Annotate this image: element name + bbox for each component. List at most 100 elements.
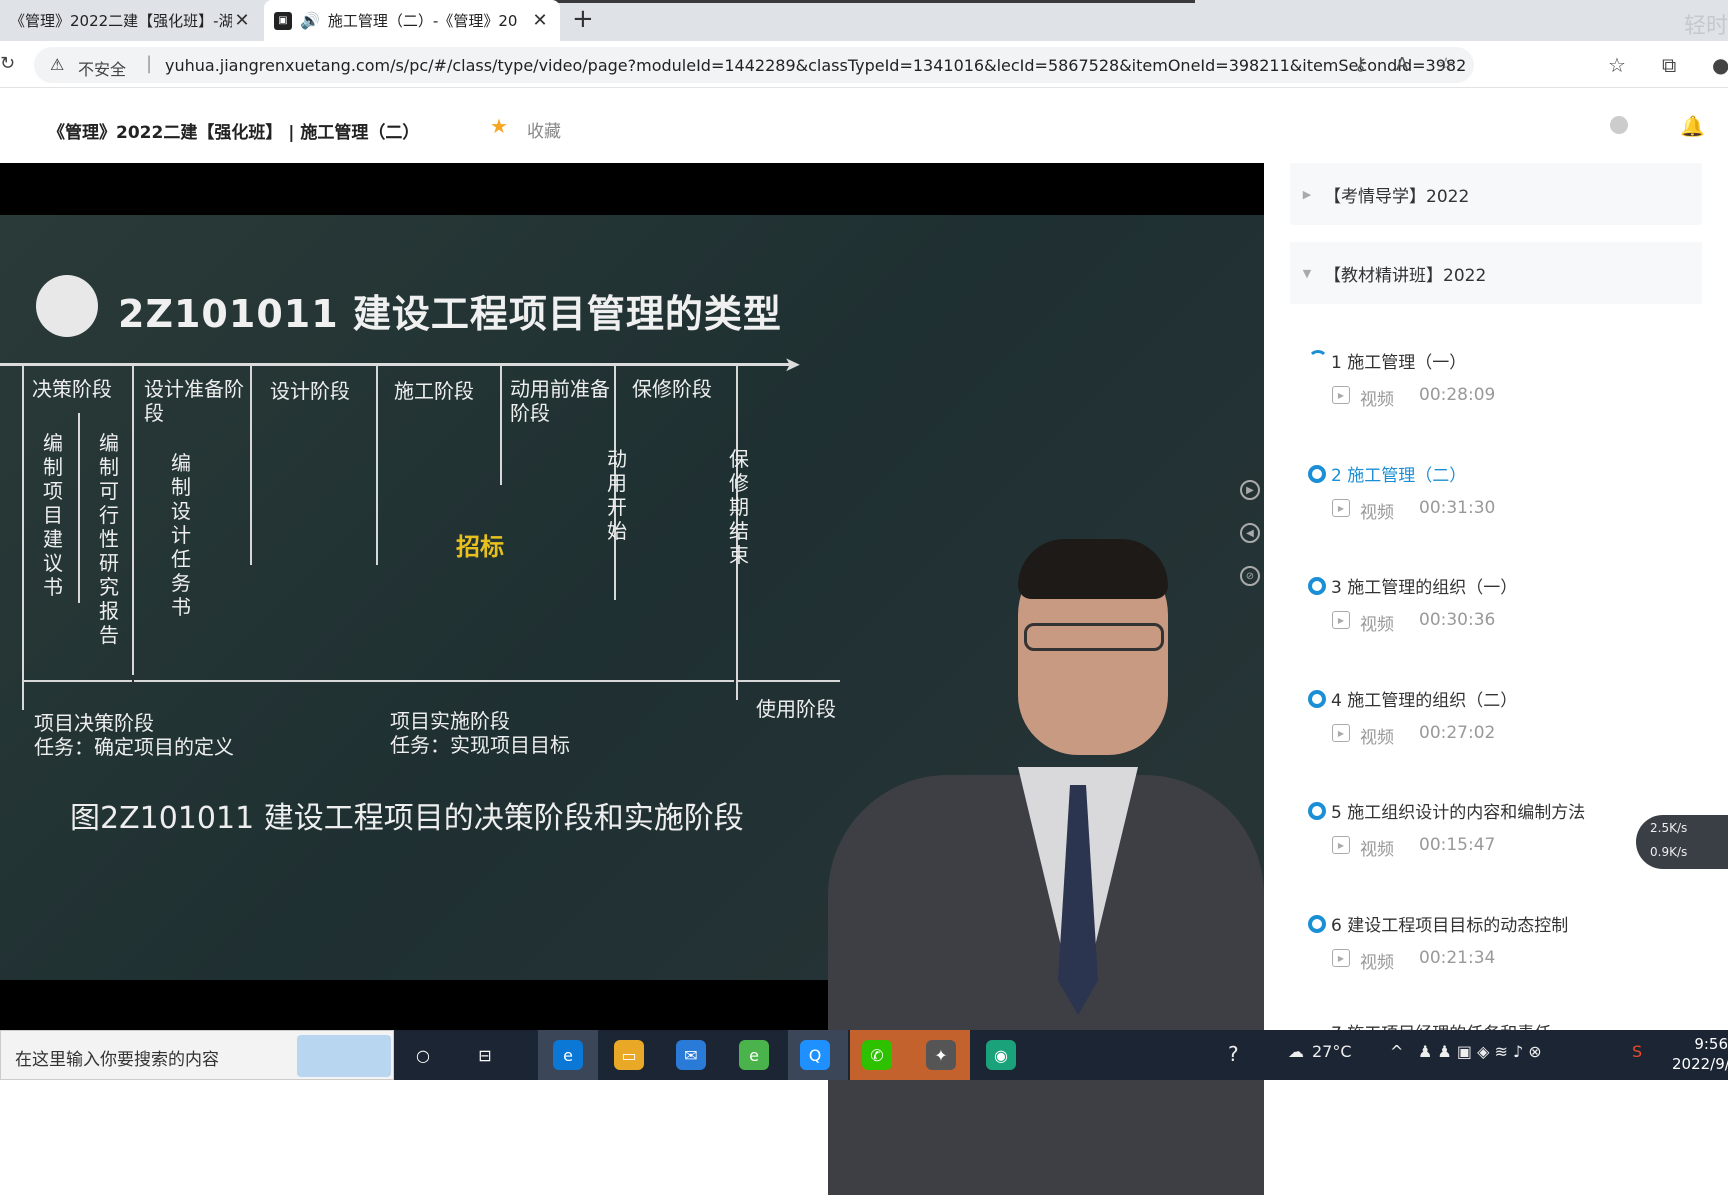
lesson-item[interactable]: 7 施工项目经理的任务和责任 <box>1308 1019 1708 1030</box>
new-tab-button[interactable]: + <box>572 4 594 34</box>
address-bar-row: ↻ ⚠ 不安全 | yuhua.jiangrenxuetang.com/s/pc… <box>0 41 1728 88</box>
video-play-icon: ▶ <box>1332 949 1350 967</box>
lesson-duration: 00:28:09 <box>1419 385 1496 405</box>
lesson-kind: 视频 <box>1360 728 1394 748</box>
lesson-duration: 00:15:47 <box>1419 835 1496 855</box>
weather-temp[interactable]: 27°C <box>1312 1042 1352 1061</box>
speed-control-icon[interactable]: ⊘ <box>1240 566 1260 586</box>
presenter-hair <box>1018 539 1168 599</box>
cortana-icon[interactable]: ○ <box>408 1040 438 1070</box>
site-favicon-icon: ▣ <box>274 11 292 30</box>
video-play-icon: ▶ <box>1332 499 1350 517</box>
favorite-button[interactable]: 收藏 <box>527 117 561 142</box>
browser-app-icon[interactable]: e <box>739 1040 769 1070</box>
windows-taskbar: 在这里输入你要搜索的内容 ○ ⊟ e ▭ ✉ e Q ✆ ✦ ◉ ? ☁ 27°… <box>0 1030 1728 1080</box>
lesson-kind: 视频 <box>1360 503 1394 523</box>
lesson-title[interactable]: 5 施工组织设计的内容和编制方法 <box>1331 798 1585 823</box>
favorites-icon[interactable]: ☆ <box>1608 53 1626 77</box>
lesson-item[interactable]: 4 施工管理的组织（二） ▶ 视频 00:27:02 <box>1308 686 1708 756</box>
progress-ring-icon <box>1308 802 1326 820</box>
close-tab-icon[interactable]: ✕ <box>530 10 550 31</box>
decision-phase-label: 项目决策阶段 <box>34 711 154 735</box>
security-label[interactable]: 不安全 <box>78 56 126 80</box>
clock-date: 2022/9/ <box>1672 1055 1728 1073</box>
lesson-duration: 00:30:36 <box>1419 610 1496 630</box>
divider <box>250 365 252 565</box>
theme-toggle-icon[interactable] <box>1610 116 1628 134</box>
download-speed: 0.9K/s <box>1650 845 1688 859</box>
tray-icons[interactable]: ♟ ♟ ▣ ◈ ≋ ♪ ⊗ <box>1418 1042 1542 1061</box>
divider <box>22 365 24 710</box>
key-icon[interactable]: ⚷ <box>1354 54 1367 75</box>
lesson-item-active[interactable]: 2 施工管理（二） ▶ 视频 00:31:30 <box>1308 461 1708 531</box>
lesson-title[interactable]: 3 施工管理的组织（一） <box>1331 573 1517 598</box>
figure-caption: 图2Z101011 建设工程项目的决策阶段和实施阶段 <box>70 801 744 836</box>
system-clock[interactable]: 9:56 2022/9/ <box>1672 1034 1728 1074</box>
lesson-title[interactable]: 6 建设工程项目目标的动态控制 <box>1331 911 1568 936</box>
decision-task-label: 任务：确定项目的定义 <box>34 735 234 759</box>
edge-icon[interactable]: e <box>553 1040 583 1070</box>
read-aloud-icon[interactable]: A <box>1396 54 1408 75</box>
mail-icon[interactable]: ✉ <box>676 1040 706 1070</box>
browser-tab-1[interactable]: 《管理》2022二建【强化班】-湖 ✕ <box>0 0 262 41</box>
collections-icon[interactable]: ⧉ <box>1662 53 1676 77</box>
input-method-icon[interactable]: S <box>1632 1042 1642 1061</box>
stage-label: 保修阶段 <box>632 377 712 401</box>
highlight-stamp: 招标 <box>456 533 504 561</box>
warning-icon[interactable]: ⚠ <box>50 55 64 74</box>
page-header: 《管理》2022二建【强化班】 | 施工管理（二） ★ 收藏 🔔 <box>0 88 1728 163</box>
browser-tab-2[interactable]: ▣ 🔊 施工管理（二）-《管理》20 ✕ <box>264 0 560 41</box>
lesson-item[interactable]: 6 建设工程项目目标的动态控制 ▶ 视频 00:21:34 <box>1308 911 1708 981</box>
game-app-icon[interactable]: ✦ <box>926 1040 956 1070</box>
implement-task-label: 任务：实现项目目标 <box>390 733 570 757</box>
video-play-icon: ▶ <box>1332 611 1350 629</box>
lesson-kind: 视频 <box>1360 840 1394 860</box>
section-label: 【教材精讲班】2022 <box>1324 265 1487 286</box>
lesson-item[interactable]: 3 施工管理的组织（一） ▶ 视频 00:30:36 <box>1308 573 1708 643</box>
speaker-icon[interactable]: 🔊 <box>300 11 320 30</box>
section-collapsed[interactable]: ▶ 【考情导学】2022 <box>1290 163 1702 225</box>
search-placeholder[interactable]: 在这里输入你要搜索的内容 <box>15 1045 219 1070</box>
range-line <box>738 680 840 682</box>
lesson-kind: 视频 <box>1360 390 1394 410</box>
rewind-control-icon[interactable]: ◀ <box>1240 523 1260 543</box>
progress-ring-icon <box>1308 577 1326 595</box>
star-icon[interactable]: ★ <box>490 114 508 138</box>
lesson-title[interactable]: 7 施工项目经理的任务和责任 <box>1331 1019 1551 1030</box>
lesson-title[interactable]: 4 施工管理的组织（二） <box>1331 686 1517 711</box>
profile-icon[interactable]: ● <box>1712 53 1728 77</box>
url-text[interactable]: yuhua.jiangrenxuetang.com/s/pc/#/class/t… <box>165 56 1465 75</box>
search-highlight-image <box>297 1035 391 1077</box>
url-field[interactable]: ⚠ 不安全 | yuhua.jiangrenxuetang.com/s/pc/#… <box>34 47 1474 83</box>
lesson-item[interactable]: 1 施工管理（一） ▶ 视频 00:28:09 <box>1308 348 1708 418</box>
separator: | <box>146 53 153 74</box>
wechat-icon[interactable]: ✆ <box>862 1040 892 1070</box>
refresh-icon[interactable]: ↻ <box>0 53 15 74</box>
progress-ring-icon <box>1308 690 1326 708</box>
divider <box>500 365 502 485</box>
section-expanded[interactable]: ▼ 【教材精讲班】2022 <box>1290 242 1702 304</box>
slide-title: 2Z101011 建设工程项目管理的类型 <box>118 292 782 336</box>
add-favorite-icon[interactable]: ☆ <box>1438 54 1454 75</box>
play-control-icon[interactable]: ▶ <box>1240 480 1260 500</box>
taskbar-search[interactable]: 在这里输入你要搜索的内容 <box>0 1030 394 1080</box>
chevron-up-icon[interactable]: ^ <box>1390 1042 1403 1061</box>
recorder-icon[interactable]: ◉ <box>986 1040 1016 1070</box>
tab-title: 《管理》2022二建【强化班】-湖 <box>10 12 232 30</box>
task-view-icon[interactable]: ⊟ <box>470 1040 500 1070</box>
help-icon[interactable]: ? <box>1228 1042 1239 1066</box>
window-top-border <box>500 0 1195 3</box>
lesson-kind: 视频 <box>1360 953 1394 973</box>
lesson-title[interactable]: 2 施工管理（二） <box>1331 461 1466 486</box>
stage-note: 编制设计任务书 <box>171 451 191 619</box>
lesson-title[interactable]: 1 施工管理（一） <box>1331 348 1466 373</box>
video-frame[interactable]: 2Z101011 建设工程项目管理的类型 ➤ 决策阶段 设计准备阶段 设计阶段 … <box>0 215 1264 1195</box>
tab-title: 施工管理（二）-《管理》20 <box>327 12 518 30</box>
bell-icon[interactable]: 🔔 <box>1680 114 1705 138</box>
network-speed-widget: 2.5K/s 0.9K/s <box>1636 815 1728 869</box>
clock-time: 9:56 <box>1694 1035 1728 1053</box>
close-tab-icon[interactable]: ✕ <box>232 10 252 31</box>
search-app-icon[interactable]: Q <box>800 1040 830 1070</box>
file-explorer-icon[interactable]: ▭ <box>614 1040 644 1070</box>
weather-icon[interactable]: ☁ <box>1288 1042 1304 1061</box>
